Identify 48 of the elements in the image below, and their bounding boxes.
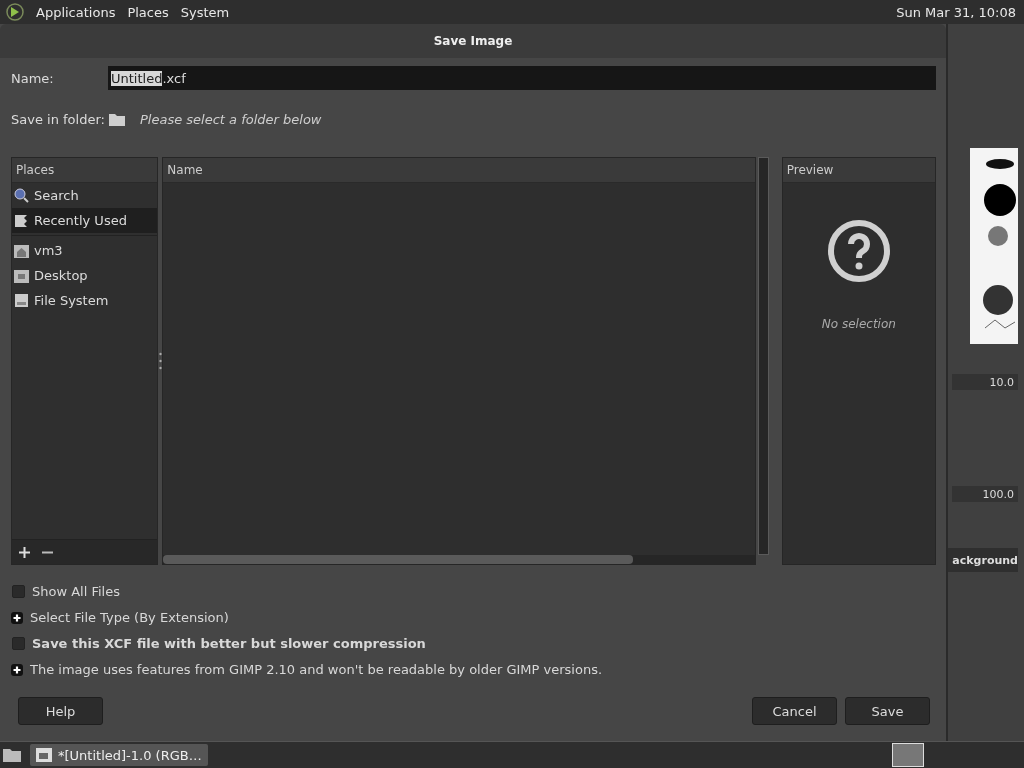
no-selection-text: No selection [821,317,896,331]
plus-icon[interactable] [11,663,23,676]
plus-icon [18,545,31,559]
menu-item[interactable]: Applications [36,4,116,20]
place-item[interactable]: Search [12,183,158,208]
logo-icon[interactable] [6,3,24,21]
opacity-field[interactable]: 100.0 [952,486,1018,502]
folder-icon [108,111,126,127]
option-label[interactable]: The image uses features from GIMP 2.10 and won't be readable by older GIMP versions. [30,662,603,677]
layer-name[interactable]: ackground [948,548,1018,572]
folder-label: Save in folder: [11,111,106,127]
home-folder-icon [14,243,29,258]
folder-icon[interactable] [2,747,22,763]
size-field[interactable]: 10.0 [952,374,1018,390]
image-icon [36,748,52,762]
place-item[interactable]: Recently Used [12,208,158,233]
option-label[interactable]: Select File Type (By Extension) [30,610,229,625]
menu-item[interactable]: Places [127,4,169,20]
task-button[interactable]: *[Untitled]-1.0 (RGB… [30,744,208,766]
name-column-header[interactable]: Name [163,158,755,183]
name-label: Name: [11,70,55,86]
workspace-switcher[interactable] [892,743,924,767]
search-icon [14,188,29,203]
clock[interactable]: Sun Mar 31, 10:08 [896,4,1016,20]
folder-hint: Please select a folder below [140,111,322,127]
place-item[interactable]: Desktop [12,263,158,288]
help-button[interactable]: Help [18,697,103,725]
pane-handle-icon[interactable] [158,352,162,370]
dialog-button[interactable]: Cancel [752,697,837,725]
checkbox[interactable] [12,585,25,598]
menu-item[interactable]: System [180,4,230,20]
scrollbar-thumb[interactable] [163,555,634,564]
preview-header: Preview [782,158,935,183]
dialog-button[interactable]: Save [845,697,930,725]
option-label[interactable]: Save this XCF file with better but slower compression [32,636,426,651]
places-header[interactable]: Places [12,158,158,183]
name-field[interactable]: Untitled.xcf [108,66,936,90]
desktop-folder-icon [14,268,29,283]
plus-icon[interactable] [11,611,23,624]
question-icon [826,219,891,283]
stack-icon [14,213,29,228]
drive-icon [14,293,29,308]
window-title: Save Image [0,24,946,58]
place-item[interactable]: vm3 [12,238,158,263]
vertical-scrollbar[interactable] [757,157,769,555]
place-item[interactable]: File System [12,288,158,313]
checkbox[interactable] [12,637,25,650]
option-label[interactable]: Show All Files [32,584,120,599]
